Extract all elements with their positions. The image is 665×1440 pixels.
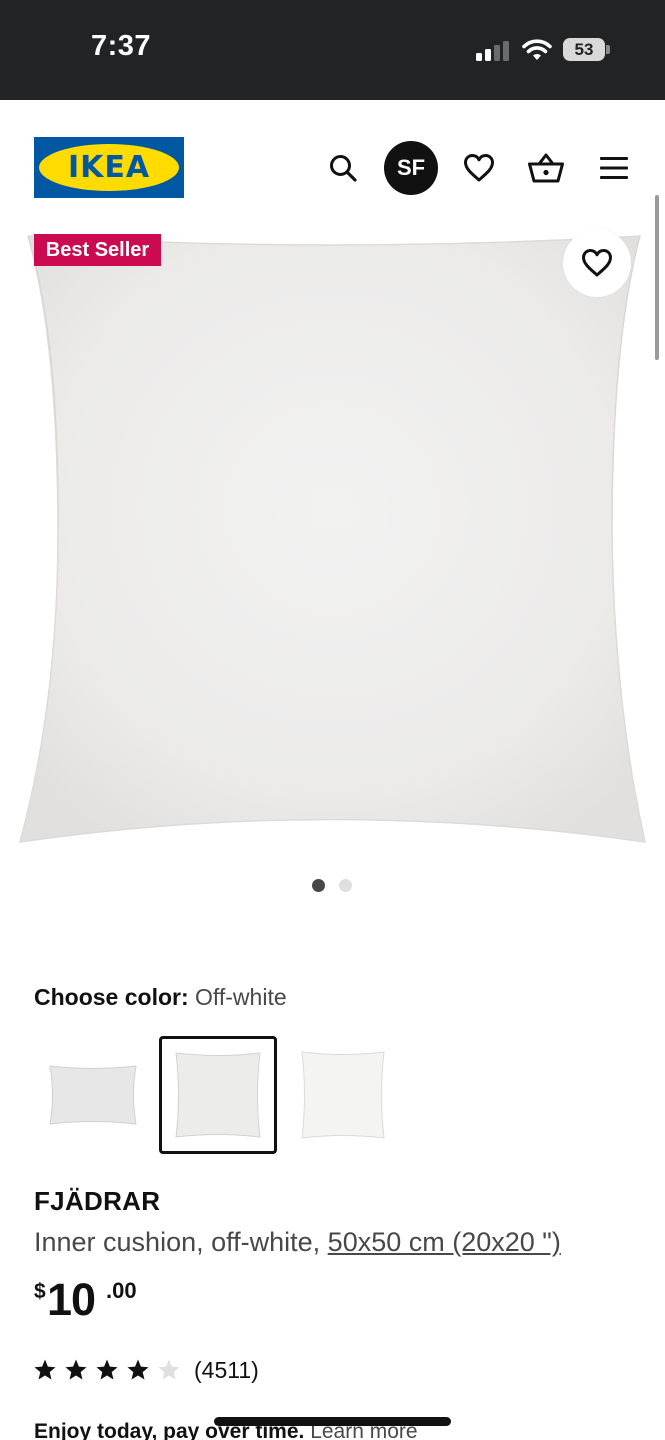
cart-button[interactable] [518,140,574,196]
cushion-thumbnail [301,1051,385,1139]
favorites-button[interactable] [451,140,507,196]
carousel-dot[interactable] [339,879,352,892]
star-filled-icon [34,1359,56,1380]
star-filled-icon [127,1359,149,1380]
menu-button[interactable] [586,140,642,196]
account-avatar[interactable]: SF [384,141,438,195]
best-seller-badge: Best Seller [34,234,161,266]
product-name: FJÄDRAR [34,1186,161,1216]
price-decimal: .00 [106,1278,137,1303]
product-size-link[interactable]: 50x50 cm (20x20 ") [328,1227,561,1257]
wifi-icon [522,39,552,60]
star-filled-icon [96,1359,118,1380]
product-description: Inner cushion, off-white, 50x50 cm (20x2… [34,1227,561,1258]
search-button[interactable] [315,140,371,196]
color-chooser-label: Choose color: Off-white [34,984,287,1011]
search-icon [330,155,357,182]
star-empty-icon [158,1359,180,1380]
price-integer: 10 [47,1274,96,1325]
price-currency: $ [34,1280,46,1303]
battery-indicator: 53 [563,38,605,61]
rating-stars[interactable] [33,1358,183,1384]
star-filled-icon [65,1359,87,1380]
heart-icon [582,249,612,277]
signal-icon [476,39,510,61]
cushion-thumbnail [175,1052,261,1138]
battery-tip [606,45,610,54]
color-swatch-option[interactable] [34,1036,152,1154]
color-swatch-option[interactable] [284,1036,402,1154]
heart-icon [464,154,494,182]
status-time: 7:37 [91,30,152,62]
color-swatch-selected[interactable] [159,1036,277,1154]
registered-mark [171,149,178,156]
color-label-text: Choose color: [34,984,189,1010]
cushion-thumbnail [49,1065,137,1125]
review-count[interactable]: (4511) [194,1357,259,1384]
basket-icon [528,153,564,183]
carousel-dot-active[interactable] [312,879,325,892]
menu-icon [600,157,628,179]
status-bar: 7:37 53 [0,0,665,100]
product-image[interactable] [0,232,665,852]
add-to-favorites-button[interactable] [563,229,631,297]
home-indicator[interactable] [214,1417,451,1426]
site-header: IKEA SF [0,100,665,230]
color-value: Off-white [195,984,287,1010]
ikea-logo[interactable]: IKEA [34,137,184,198]
product-description-text: Inner cushion, off-white, [34,1227,328,1257]
logo-text: IKEA [67,150,151,185]
